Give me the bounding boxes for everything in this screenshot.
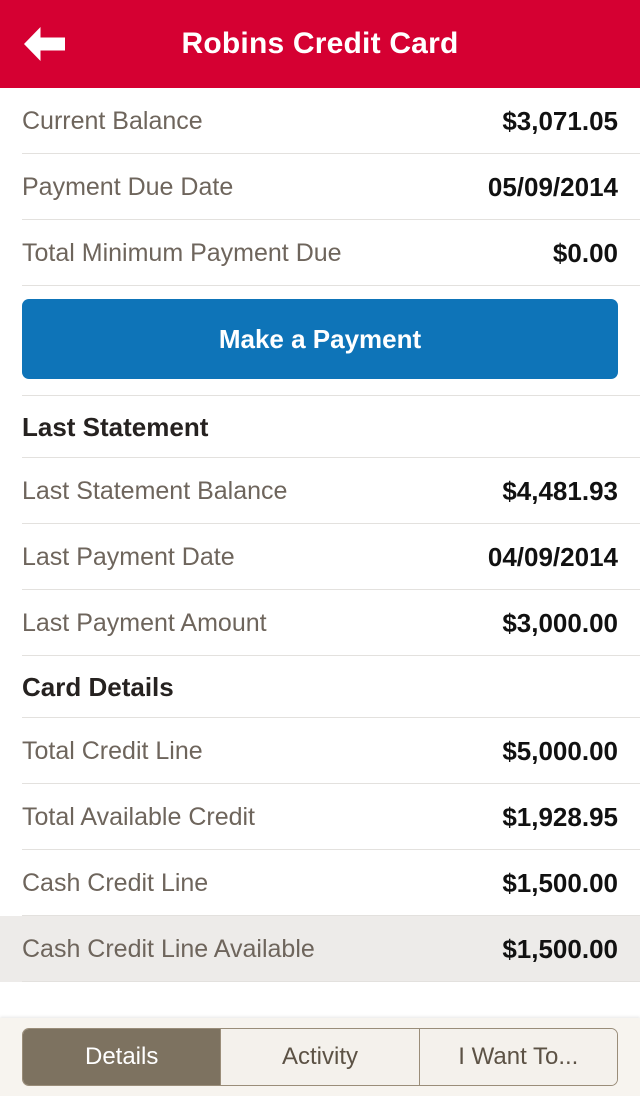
- section-title: Card Details: [22, 671, 174, 702]
- row-label: Total Credit Line: [22, 736, 203, 765]
- make-payment-block: Make a Payment: [0, 286, 640, 396]
- row-label: Last Payment Date: [22, 542, 235, 571]
- table-row[interactable]: Payment Due Date 05/09/2014: [0, 154, 640, 220]
- table-row[interactable]: Cash Credit Line $1,500.00: [0, 850, 640, 916]
- row-value: $3,000.00: [502, 607, 618, 638]
- section-header-last-statement: Last Statement: [0, 396, 640, 458]
- row-label: Cash Credit Line: [22, 868, 209, 897]
- table-row[interactable]: Cash Credit Line Available $1,500.00: [0, 916, 640, 982]
- table-row[interactable]: Total Credit Line $5,000.00: [0, 718, 640, 784]
- table-row[interactable]: Current Balance $3,071.05: [0, 88, 640, 154]
- row-label: Total Available Credit: [22, 802, 256, 831]
- tab-activity[interactable]: Activity: [221, 1029, 420, 1085]
- back-button[interactable]: [0, 0, 88, 88]
- row-label: Total Minimum Payment Due: [22, 238, 342, 267]
- row-value: $4,481.93: [502, 475, 618, 506]
- row-value: 05/09/2014: [487, 171, 618, 202]
- row-value: $1,500.00: [502, 933, 618, 964]
- tab-i-want-to[interactable]: I Want To...: [419, 1029, 617, 1085]
- row-label: Last Payment Amount: [22, 608, 267, 637]
- row-label: Current Balance: [22, 106, 203, 135]
- row-value: $3,071.05: [502, 105, 618, 136]
- row-value: $1,928.95: [502, 801, 618, 832]
- section-title: Last Statement: [22, 411, 209, 442]
- table-row[interactable]: Last Statement Balance $4,481.93: [0, 458, 640, 524]
- table-row[interactable]: Total Available Credit $1,928.95: [0, 784, 640, 850]
- row-value: 04/09/2014: [487, 541, 618, 572]
- section-header-card-details: Card Details: [0, 656, 640, 718]
- table-row[interactable]: Total Minimum Payment Due $0.00: [0, 220, 640, 286]
- row-value: $0.00: [552, 237, 618, 268]
- table-row[interactable]: Last Payment Amount $3,000.00: [0, 590, 640, 656]
- row-label: Payment Due Date: [22, 172, 234, 201]
- make-a-payment-button[interactable]: Make a Payment: [22, 299, 618, 379]
- row-value: $5,000.00: [502, 735, 618, 766]
- bottom-tab-bar: Details Activity I Want To...: [0, 1018, 640, 1096]
- credit-card-details-screen: Robins Credit Card Current Balance $3,07…: [0, 0, 640, 1096]
- app-header: Robins Credit Card: [0, 0, 640, 88]
- page-title: Robins Credit Card: [181, 27, 459, 60]
- row-label: Last Statement Balance: [22, 476, 288, 505]
- row-label: Cash Credit Line Available: [22, 934, 315, 963]
- tab-details[interactable]: Details: [23, 1029, 222, 1085]
- back-arrow-icon: [24, 27, 65, 61]
- row-value: $1,500.00: [502, 867, 618, 898]
- table-row[interactable]: Last Payment Date 04/09/2014: [0, 524, 640, 590]
- details-scroll-area[interactable]: Current Balance $3,071.05 Payment Due Da…: [0, 88, 640, 1096]
- segmented-control: Details Activity I Want To...: [22, 1028, 618, 1086]
